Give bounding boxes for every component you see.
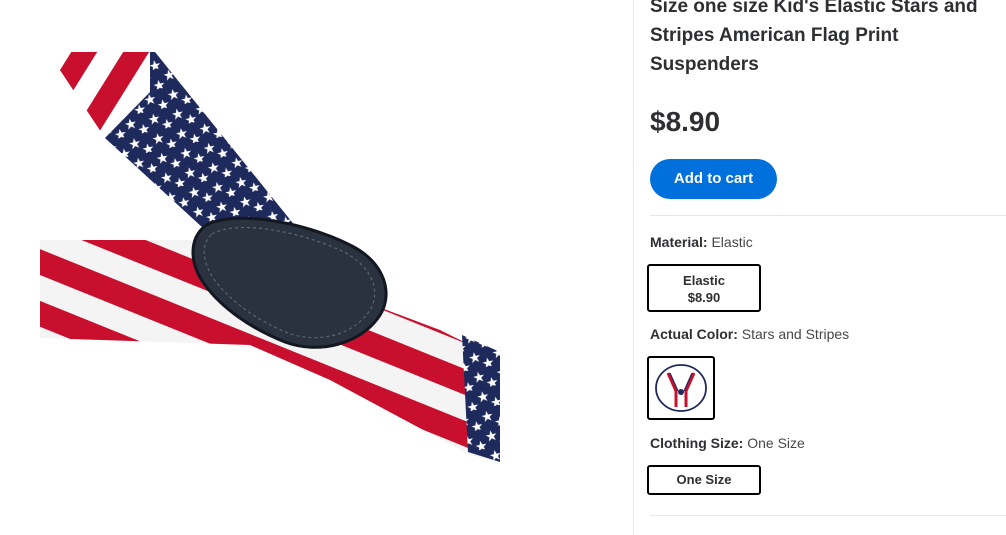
product-image[interactable] bbox=[0, 0, 633, 535]
vertical-divider bbox=[633, 0, 634, 535]
material-option-name: Elastic bbox=[683, 273, 725, 288]
color-label: Actual Color: bbox=[650, 326, 738, 342]
color-value: Stars and Stripes bbox=[741, 326, 850, 342]
material-attribute: Material: Elastic bbox=[650, 234, 753, 250]
material-value: Elastic bbox=[711, 234, 753, 250]
product-title: Size one size Kid's Elastic Stars and St… bbox=[650, 0, 978, 75]
size-label: Clothing Size: bbox=[650, 435, 744, 451]
product-image-pane bbox=[0, 0, 633, 535]
size-attribute: Clothing Size: One Size bbox=[650, 435, 805, 451]
size-value: One Size bbox=[747, 435, 805, 451]
add-to-cart-button[interactable]: Add to cart bbox=[650, 159, 777, 199]
material-option-elastic[interactable]: Elastic $8.90 bbox=[647, 264, 761, 312]
section-divider-top bbox=[650, 215, 1006, 216]
suspender-swatch-icon bbox=[655, 364, 707, 412]
size-option-one-size[interactable]: One Size bbox=[647, 465, 761, 495]
product-info-panel: Size one size Kid's Elastic Stars and St… bbox=[647, 0, 1006, 535]
product-price: $8.90 bbox=[650, 106, 721, 137]
material-label: Material: bbox=[650, 234, 708, 250]
lower-strap-stars bbox=[462, 335, 500, 462]
product-page: Size one size Kid's Elastic Stars and St… bbox=[0, 0, 1006, 535]
color-option-swatch[interactable] bbox=[647, 356, 715, 420]
color-attribute: Actual Color: Stars and Stripes bbox=[650, 326, 849, 342]
section-divider-bottom bbox=[650, 515, 1006, 516]
material-option-price: $8.90 bbox=[687, 290, 721, 305]
